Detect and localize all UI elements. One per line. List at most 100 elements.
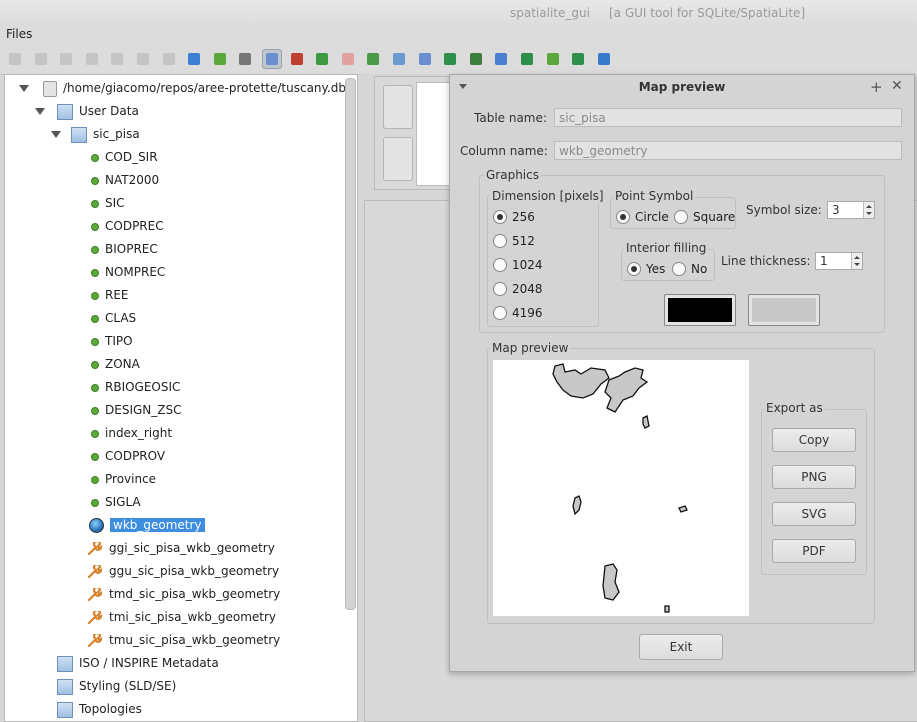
tree-trigger-label: tmi_sic_pisa_wkb_geometry: [109, 610, 277, 624]
tree-trigger[interactable]: ggu_sic_pisa_wkb_geometry: [87, 561, 279, 581]
circle-radio[interactable]: Circle: [616, 209, 669, 225]
exit-button[interactable]: Exit: [639, 634, 723, 660]
gps-icon[interactable]: [313, 50, 331, 68]
copy-button[interactable]: Copy: [772, 428, 856, 452]
tree-trigger[interactable]: tmi_sic_pisa_wkb_geometry: [87, 607, 276, 627]
dimension-radio-256[interactable]: 256: [493, 209, 535, 225]
filling-yes-indicator[interactable]: [627, 261, 641, 276]
symbol-size-stepper[interactable]: [863, 202, 874, 218]
tree-other-item[interactable]: Topologies: [57, 699, 142, 719]
dimension-radio-2048[interactable]: 2048: [493, 281, 543, 297]
virtual-shp-icon[interactable]: [185, 50, 203, 68]
virtual-csv-icon-glyph: [213, 53, 226, 65]
tree-column[interactable]: SIGLA: [91, 492, 141, 512]
line-thickness-stepper[interactable]: [851, 253, 862, 269]
tree-trigger[interactable]: ggi_sic_pisa_wkb_geometry: [87, 538, 275, 558]
sql-log-icon[interactable]: [544, 50, 562, 68]
create-db-icon[interactable]: [57, 50, 75, 68]
tree-user-data[interactable]: User Data: [57, 101, 139, 121]
map-preview-icon[interactable]: [416, 50, 434, 68]
exif-icon[interactable]: [288, 50, 306, 68]
column-name-field[interactable]: wkb_geometry: [554, 141, 902, 160]
load-shp-icon[interactable]: [160, 50, 178, 68]
menu-files[interactable]: Files: [6, 27, 32, 41]
pdf-button[interactable]: PDF: [772, 539, 856, 563]
tree-database[interactable]: /home/giacomo/repos/aree-protette/tuscan…: [43, 78, 346, 98]
tree-other-item[interactable]: ISO / INSPIRE Metadata: [57, 653, 219, 673]
dimension-radio-indicator[interactable]: [493, 233, 507, 248]
tree-column[interactable]: TIPO: [91, 331, 133, 351]
attach-db-icon[interactable]: [518, 50, 536, 68]
tree-column[interactable]: BIOPREC: [91, 239, 158, 259]
sanitize-icon[interactable]: [492, 50, 510, 68]
tree-column[interactable]: NOMPREC: [91, 262, 165, 282]
tree-table-sic-pisa[interactable]: sic_pisa: [71, 124, 140, 144]
column-icon: [91, 291, 99, 300]
expand-arrow-icon[interactable]: [35, 108, 45, 115]
charset-icon[interactable]: [441, 50, 459, 68]
fill-color-button[interactable]: [748, 294, 820, 326]
dimension-radio-512[interactable]: 512: [493, 233, 535, 249]
tree-column[interactable]: CODPROV: [91, 446, 165, 466]
tree-trigger[interactable]: tmu_sic_pisa_wkb_geometry: [87, 630, 280, 650]
database-tree[interactable]: /home/giacomo/repos/aree-protette/tuscan…: [4, 74, 358, 722]
square-radio[interactable]: Square: [674, 209, 735, 225]
tree-column[interactable]: SIC: [91, 193, 125, 213]
disconnect-icon[interactable]: [32, 50, 50, 68]
tree-column[interactable]: DESIGN_ZSC: [91, 400, 181, 420]
dimension-radio-indicator[interactable]: [493, 257, 507, 272]
filling-no-radio[interactable]: No: [672, 261, 707, 277]
virtual-dbf-icon[interactable]: [236, 50, 254, 68]
square-radio-indicator[interactable]: [674, 209, 688, 224]
table-name-field[interactable]: sic_pisa: [554, 108, 902, 127]
virtual-csv-icon[interactable]: [211, 50, 229, 68]
expand-arrow-icon[interactable]: [19, 85, 29, 92]
tree-column[interactable]: REE: [91, 285, 129, 305]
wfs-icon[interactable]: [339, 50, 357, 68]
memory-db-icon[interactable]: [83, 50, 101, 68]
close-icon[interactable]: ✕: [891, 78, 903, 94]
tree-column[interactable]: index_right: [91, 423, 172, 443]
tree-trigger-label: ggi_sic_pisa_wkb_geometry: [109, 541, 275, 555]
svg-button[interactable]: SVG: [772, 502, 856, 526]
dimension-radio-1024[interactable]: 1024: [493, 257, 543, 273]
tree-column[interactable]: COD_SIR: [91, 147, 158, 167]
filling-no-indicator[interactable]: [672, 261, 686, 276]
png-button[interactable]: PNG: [772, 465, 856, 489]
tree-other-item[interactable]: Styling (SLD/SE): [57, 676, 176, 696]
symbol-size-spinner[interactable]: 3: [827, 201, 875, 219]
connect-icon[interactable]: [6, 50, 24, 68]
check-geometry-icon[interactable]: [467, 50, 485, 68]
exit-icon[interactable]: [595, 50, 613, 68]
line-color-button[interactable]: [664, 294, 736, 326]
tree-geometry-column[interactable]: wkb_geometry: [89, 515, 205, 535]
dimension-radio-4196[interactable]: 4196: [493, 305, 543, 321]
circle-radio-indicator[interactable]: [616, 209, 630, 224]
dimension-radio-indicator[interactable]: [493, 305, 507, 320]
dimension-radio-indicator[interactable]: [493, 281, 507, 296]
filling-no-label: No: [691, 262, 708, 276]
dxf-icon[interactable]: [364, 50, 382, 68]
map-canvas[interactable]: [493, 360, 749, 616]
tree-column[interactable]: RBIOGEOSIC: [91, 377, 180, 397]
tree-column[interactable]: NAT2000: [91, 170, 159, 190]
pin-icon[interactable]: +: [870, 78, 883, 96]
tree-scrollbar[interactable]: [345, 78, 356, 610]
sql-history-button[interactable]: [383, 137, 413, 181]
vacuum-icon[interactable]: [108, 50, 126, 68]
help-icon[interactable]: [569, 50, 587, 68]
line-thickness-spinner[interactable]: 1: [815, 252, 863, 270]
execute-sql-button[interactable]: [383, 85, 413, 129]
tree-column[interactable]: Province: [91, 469, 156, 489]
tree-column[interactable]: CLAS: [91, 308, 136, 328]
expand-arrow-icon[interactable]: [51, 131, 61, 138]
network-icon[interactable]: [262, 49, 282, 69]
tree-trigger[interactable]: tmd_sic_pisa_wkb_geometry: [87, 584, 280, 604]
sql-script-icon[interactable]: [134, 50, 152, 68]
tree-column[interactable]: CODPREC: [91, 216, 164, 236]
dimension-radio-indicator[interactable]: [493, 209, 507, 224]
tree-column[interactable]: ZONA: [91, 354, 140, 374]
dxf-icon-glyph: [367, 53, 380, 65]
filling-yes-radio[interactable]: Yes: [627, 261, 665, 277]
xml-icon[interactable]: [390, 50, 408, 68]
